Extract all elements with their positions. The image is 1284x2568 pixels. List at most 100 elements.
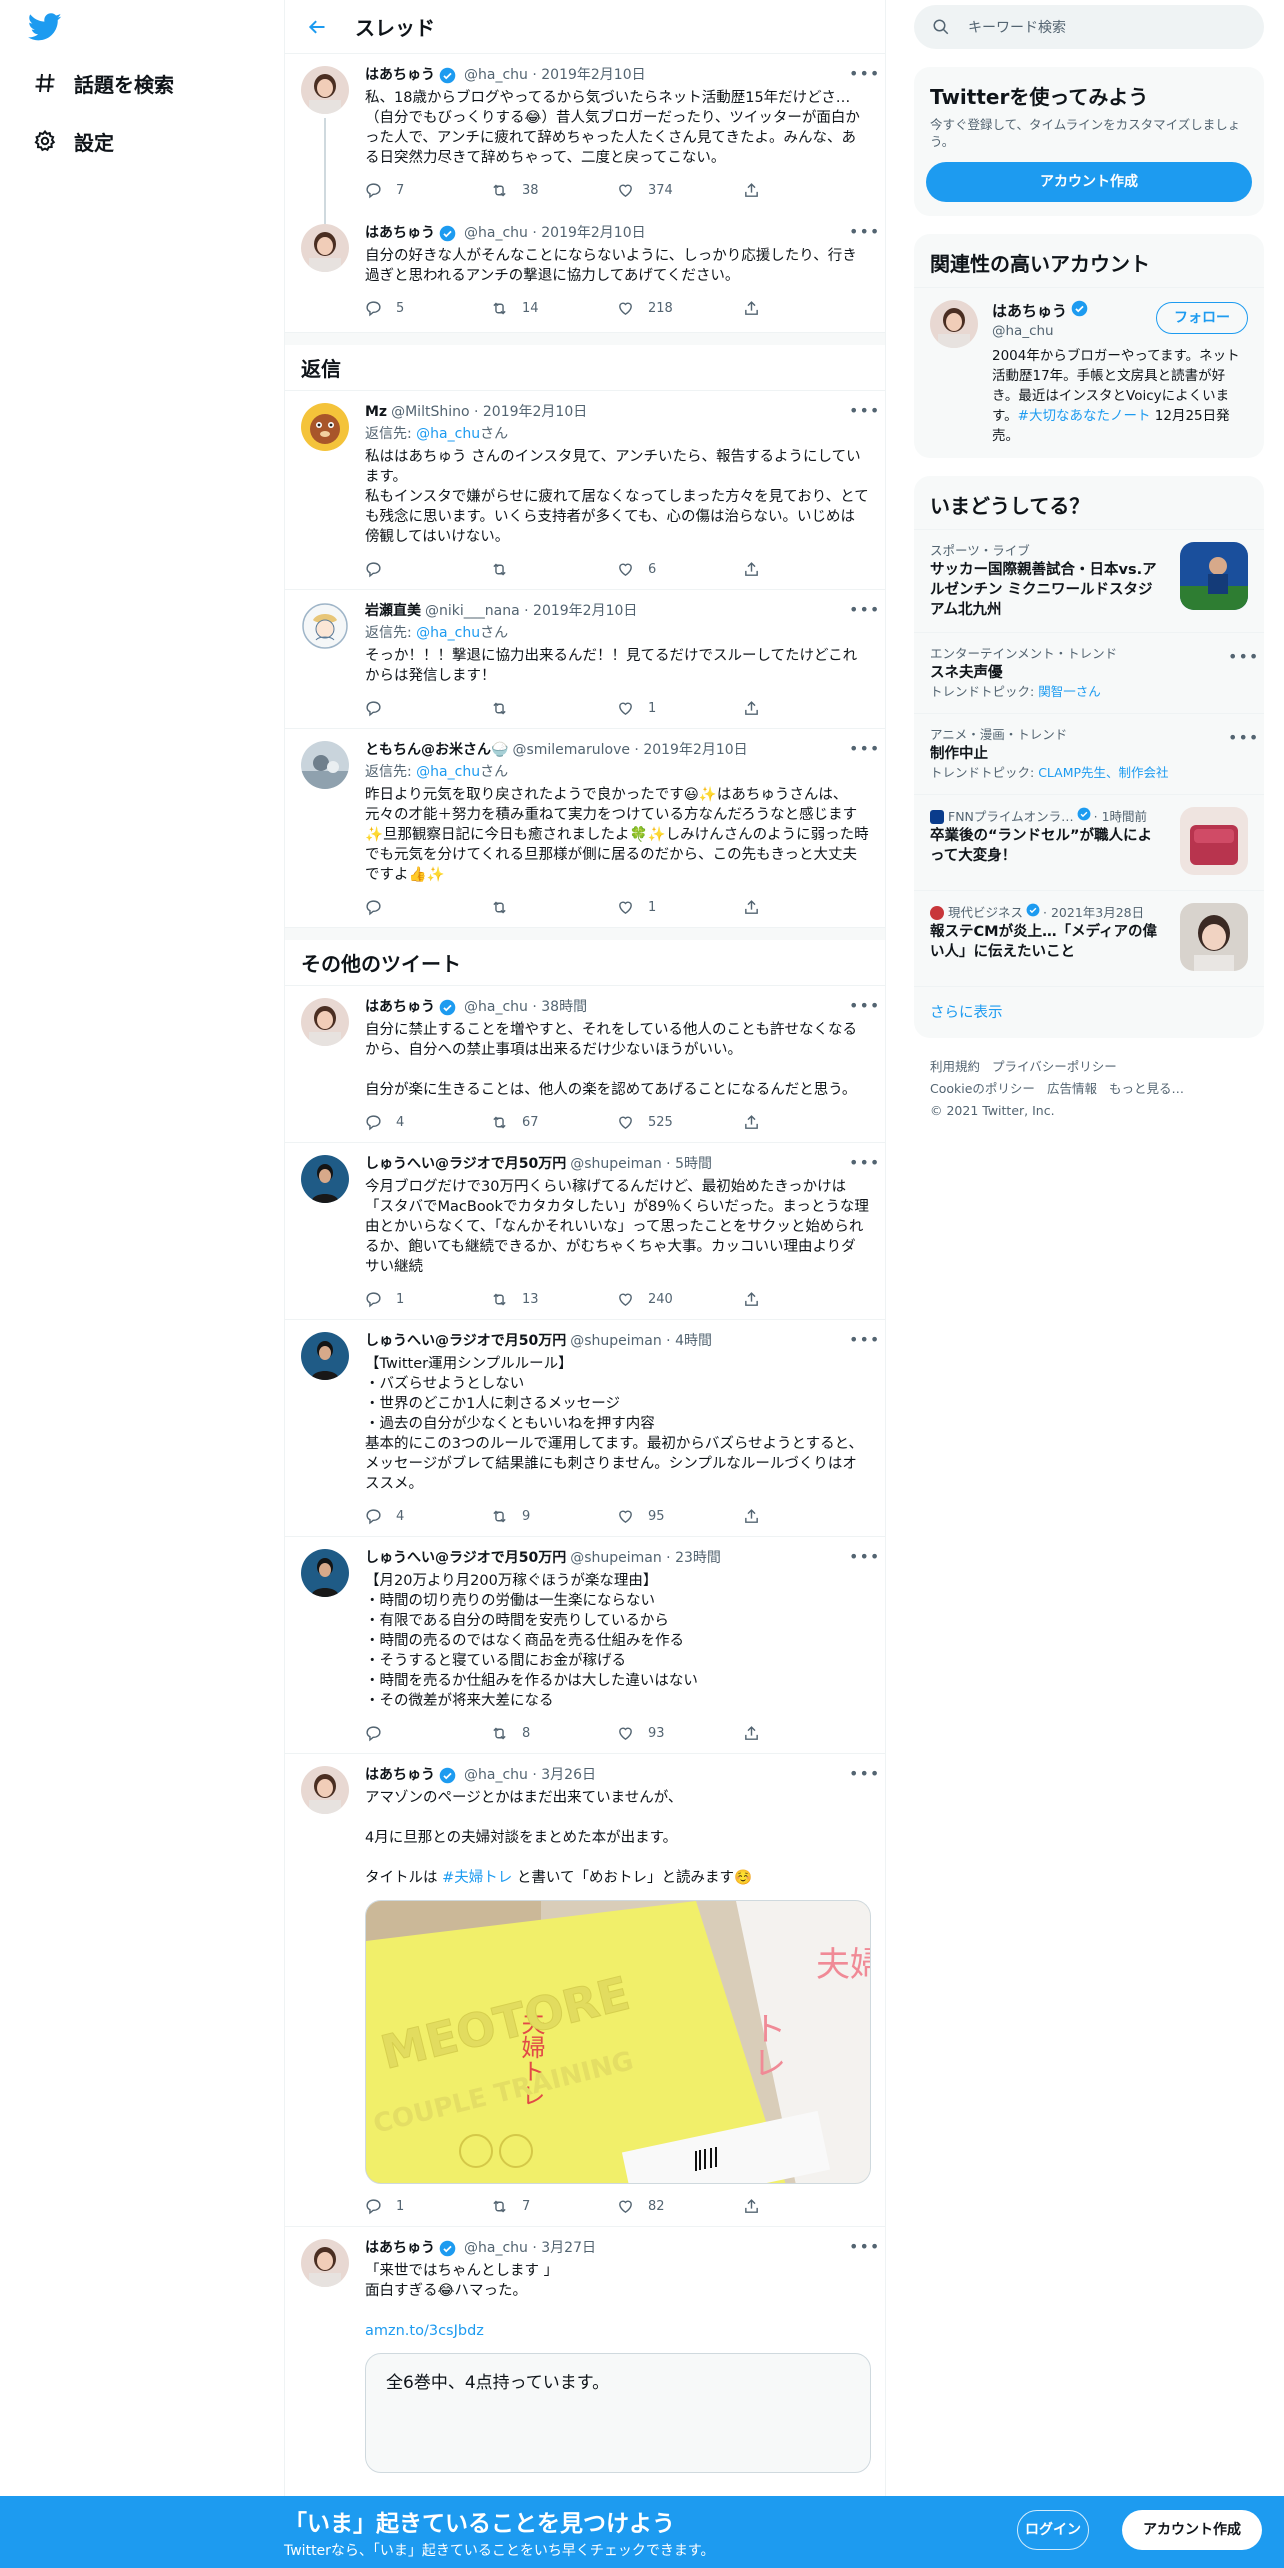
reply-tweet[interactable]: ともちん@お米さん🍚 @smilemarulove · 2019年2月10日 •… bbox=[285, 729, 885, 928]
show-more-link[interactable]: さらに表示 bbox=[914, 986, 1264, 1038]
tweet[interactable]: はあちゅう @ha_chu · 3月27日 ••• 「来世ではちゃんとします 」… bbox=[285, 2227, 885, 2483]
like-button[interactable]: 1 bbox=[617, 899, 743, 916]
like-button[interactable]: 95 bbox=[617, 1508, 743, 1525]
retweet-button[interactable]: 13 bbox=[491, 1291, 617, 1308]
avatar[interactable] bbox=[301, 1155, 349, 1203]
link-card[interactable]: 全6巻中、4点持っています。 bbox=[365, 2353, 871, 2473]
more-options-icon[interactable]: ••• bbox=[849, 401, 879, 421]
retweet-button[interactable] bbox=[491, 899, 617, 916]
more-options-icon[interactable]: ••• bbox=[1228, 647, 1258, 667]
footer-link[interactable]: もっと見る… bbox=[1109, 1081, 1184, 1096]
tweet-date[interactable]: 2019年2月10日 bbox=[541, 222, 645, 244]
avatar[interactable] bbox=[301, 66, 349, 114]
author-handle[interactable]: @ha_chu bbox=[464, 222, 528, 244]
reply-to-link[interactable]: @ha_chu bbox=[416, 426, 480, 442]
footer-link[interactable]: Cookieのポリシー bbox=[930, 1081, 1035, 1096]
reply-button[interactable]: 7 bbox=[365, 182, 491, 199]
author-name[interactable]: はあちゅう bbox=[365, 2237, 435, 2259]
tweet[interactable]: しゅうへい@ラジオで月50万円 @shupeiman · 23時間 ••• 【月… bbox=[285, 1537, 885, 1754]
avatar[interactable] bbox=[301, 1766, 349, 1814]
trend-item[interactable]: 現代ビジネス · 2021年3月28日 報ステCMが炎上…「メディアの偉い人」に… bbox=[914, 890, 1264, 986]
tweet-date[interactable]: 2019年2月10日 bbox=[483, 401, 587, 423]
tweet[interactable]: しゅうへい@ラジオで月50万円 @shupeiman · 4時間 ••• 【Tw… bbox=[285, 1320, 885, 1537]
hashtag-link[interactable]: #夫婦トレ bbox=[442, 1870, 512, 1886]
author-name[interactable]: ともちん@お米さん🍚 bbox=[365, 739, 508, 761]
twitter-logo-icon[interactable] bbox=[27, 10, 68, 50]
author-handle[interactable]: @smilemarulove bbox=[512, 739, 630, 761]
retweet-button[interactable]: 14 bbox=[491, 300, 617, 317]
thread-tweet[interactable]: はあちゅう @ha_chu · 2019年2月10日 ••• 自分の好きな人がそ… bbox=[285, 212, 885, 333]
tweet-date[interactable]: 23時間 bbox=[675, 1547, 721, 1569]
reply-to-link[interactable]: @ha_chu bbox=[416, 764, 480, 780]
reply-button[interactable] bbox=[365, 700, 491, 717]
search-bar[interactable]: キーワード検索 bbox=[914, 5, 1264, 49]
reply-button[interactable]: 1 bbox=[365, 1291, 491, 1308]
avatar[interactable] bbox=[301, 224, 349, 272]
reply-button[interactable]: 4 bbox=[365, 1508, 491, 1525]
reply-button[interactable] bbox=[365, 1725, 491, 1742]
author-name[interactable]: Mz bbox=[365, 401, 387, 423]
avatar[interactable] bbox=[301, 2239, 349, 2287]
more-options-icon[interactable]: ••• bbox=[849, 222, 879, 242]
bio-hashtag-link[interactable]: #大切なあなたノート bbox=[1018, 408, 1151, 424]
reply-tweet[interactable]: Mz @MiltShino · 2019年2月10日 ••• 返信先: @ha_… bbox=[285, 391, 885, 590]
author-handle[interactable]: @shupeiman bbox=[570, 1330, 662, 1352]
author-handle[interactable]: @ha_chu bbox=[464, 64, 528, 86]
more-options-icon[interactable]: ••• bbox=[849, 600, 879, 620]
avatar[interactable] bbox=[301, 1332, 349, 1380]
tweet-date[interactable]: 4時間 bbox=[675, 1330, 712, 1352]
like-button[interactable]: 82 bbox=[617, 2198, 743, 2215]
more-options-icon[interactable]: ••• bbox=[849, 1330, 879, 1350]
trend-item[interactable]: エンターテインメント・トレンド スネ夫声優 トレンドトピック: 関智一さん ••… bbox=[914, 632, 1264, 713]
back-arrow-icon[interactable] bbox=[299, 9, 335, 45]
avatar[interactable] bbox=[301, 602, 349, 650]
author-name[interactable]: はあちゅう bbox=[365, 222, 435, 244]
author-name[interactable]: しゅうへい@ラジオで月50万円 bbox=[365, 1153, 566, 1175]
retweet-button[interactable]: 67 bbox=[491, 1114, 617, 1131]
share-button[interactable] bbox=[743, 1725, 869, 1742]
trend-topic-link[interactable]: 関智一さん bbox=[1038, 684, 1101, 699]
tweet[interactable]: しゅうへい@ラジオで月50万円 @shupeiman · 5時間 ••• 今月ブ… bbox=[285, 1143, 885, 1320]
trend-topic-link[interactable]: CLAMP先生、制作会社 bbox=[1038, 765, 1168, 780]
share-button[interactable] bbox=[743, 1508, 869, 1525]
more-options-icon[interactable]: ••• bbox=[849, 64, 879, 84]
more-options-icon[interactable]: ••• bbox=[1228, 728, 1258, 748]
author-name[interactable]: 岩瀬直美 bbox=[365, 600, 421, 622]
author-handle[interactable]: @niki___nana bbox=[425, 600, 520, 622]
tweet-link[interactable]: amzn.to/3csJbdz bbox=[365, 2321, 869, 2341]
reply-button[interactable] bbox=[365, 899, 491, 916]
more-options-icon[interactable]: ••• bbox=[849, 739, 879, 759]
like-button[interactable]: 218 bbox=[617, 300, 743, 317]
retweet-button[interactable]: 7 bbox=[491, 2198, 617, 2215]
like-button[interactable]: 240 bbox=[617, 1291, 743, 1308]
share-button[interactable] bbox=[743, 300, 869, 317]
follow-button[interactable]: フォロー bbox=[1156, 302, 1248, 334]
share-button[interactable] bbox=[743, 899, 869, 916]
trend-item[interactable]: スポーツ・ライブ サッカー国際親善試合・日本vs.アルゼンチン ミクニワールドス… bbox=[914, 529, 1264, 632]
tweet[interactable]: はあちゅう @ha_chu · 3月26日 ••• アマゾンのページとかはまだ出… bbox=[285, 1754, 885, 2227]
reply-button[interactable]: 5 bbox=[365, 300, 491, 317]
reply-button[interactable] bbox=[365, 561, 491, 578]
related-name[interactable]: はあちゅう bbox=[992, 301, 1067, 321]
avatar[interactable] bbox=[301, 403, 349, 451]
author-handle[interactable]: @ha_chu bbox=[464, 2237, 528, 2259]
share-button[interactable] bbox=[743, 561, 869, 578]
share-button[interactable] bbox=[743, 1291, 869, 1308]
reply-to-link[interactable]: @ha_chu bbox=[416, 625, 480, 641]
share-button[interactable] bbox=[743, 1114, 869, 1131]
tweet-date[interactable]: 3月27日 bbox=[541, 2237, 596, 2259]
tweet-date[interactable]: 2019年2月10日 bbox=[533, 600, 637, 622]
login-button[interactable]: ログイン bbox=[1017, 2510, 1089, 2550]
author-handle[interactable]: @shupeiman bbox=[570, 1153, 662, 1175]
like-button[interactable]: 525 bbox=[617, 1114, 743, 1131]
avatar[interactable] bbox=[301, 741, 349, 789]
signup-button[interactable]: アカウント作成 bbox=[1122, 2510, 1262, 2550]
trend-item[interactable]: FNNプライムオンラ… · 1時間前 卒業後の“ランドセル”が職人によって大変身… bbox=[914, 794, 1264, 890]
reply-button[interactable]: 4 bbox=[365, 1114, 491, 1131]
like-button[interactable]: 374 bbox=[617, 182, 743, 199]
tweet-date[interactable]: 2019年2月10日 bbox=[643, 739, 747, 761]
like-button[interactable]: 1 bbox=[617, 700, 743, 717]
nav-explore[interactable]: 話題を検索 bbox=[28, 58, 174, 108]
thread-tweet[interactable]: はあちゅう @ha_chu · 2019年2月10日 ••• 私、18歳からブロ… bbox=[285, 54, 885, 224]
retweet-button[interactable]: 8 bbox=[491, 1725, 617, 1742]
